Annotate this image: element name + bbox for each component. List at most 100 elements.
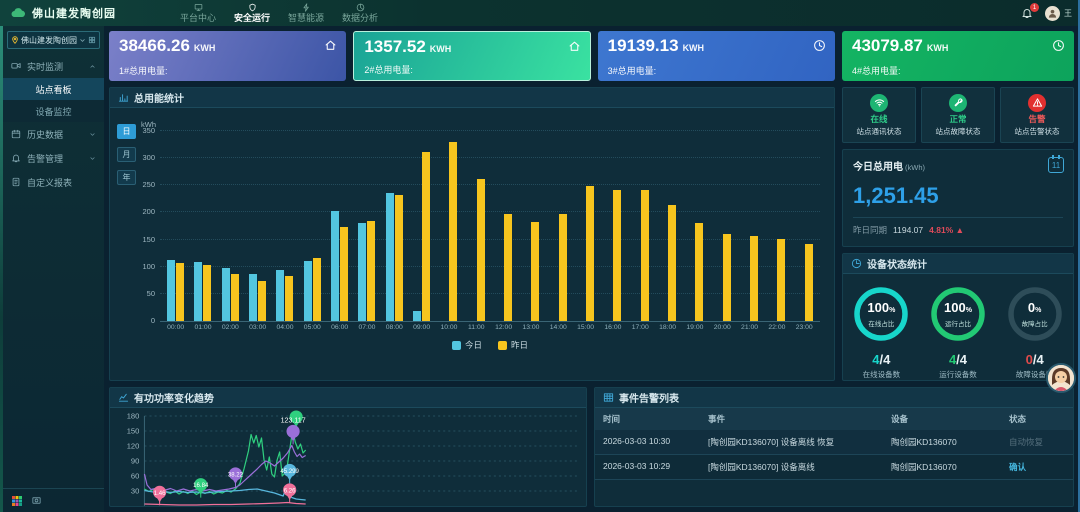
nav-item-0[interactable]: 平台中心 (180, 3, 216, 23)
period-button-年[interactable]: 年 (117, 170, 136, 185)
bar-group-10:00 (435, 142, 462, 321)
bar-昨日 (641, 190, 649, 321)
report-icon (11, 177, 21, 187)
event-status[interactable]: 确认 (1001, 455, 1073, 479)
chevron-up-icon (89, 63, 96, 70)
grid-icon[interactable] (88, 36, 96, 44)
bar-group-20:00 (709, 234, 736, 321)
bar-group-18:00 (654, 205, 681, 321)
trend-icon (118, 392, 129, 403)
bar-chart-icon (118, 92, 129, 103)
bar-group-17:00 (627, 190, 654, 321)
event-status: 自动恢复 (1001, 430, 1073, 454)
bar-group-05:00 (299, 258, 326, 322)
bar-昨日 (340, 227, 348, 321)
status-tile-0: 在线站点通讯状态 (842, 87, 916, 143)
energy-icon (302, 3, 311, 13)
device-gauge-1: 100%运行占比4/4运行设备数 (923, 286, 993, 380)
legend-昨日[interactable]: 昨日 (498, 339, 528, 351)
x-tick: 22:00 (763, 324, 790, 331)
event-text: [陶创园KD136070] 设备离线 恢复 (700, 430, 883, 454)
screenshot-icon[interactable] (31, 495, 42, 506)
gauge-percent: 100% (867, 301, 895, 317)
bar-今日 (304, 261, 312, 321)
gauge-label: 在线占比 (868, 318, 894, 328)
delta-up-icon: ▲ (956, 225, 964, 235)
svg-text:150: 150 (127, 427, 140, 436)
sidebar-item-3[interactable]: 历史数据 (3, 122, 104, 146)
apps-grid-icon[interactable] (11, 495, 23, 507)
y-tick: 100 (142, 262, 155, 271)
event-device: 陶创园KD136070 (883, 430, 1001, 454)
user-menu[interactable]: 王 (1045, 6, 1072, 21)
gauge-count-label: 在线设备数 (863, 369, 901, 380)
y-tick: 250 (142, 180, 155, 189)
sidebar-item-5[interactable]: 自定义报表 (3, 170, 104, 194)
calendar-day-icon[interactable]: 11 (1048, 157, 1064, 173)
legend-今日[interactable]: 今日 (452, 339, 482, 351)
period-button-日[interactable]: 日 (117, 124, 136, 139)
status-tile-2: 告警站点告警状态 (1000, 87, 1074, 143)
kpi-unit: KWH (430, 44, 452, 54)
x-tick: 17:00 (627, 324, 654, 331)
menu-label: 设备监控 (35, 105, 71, 118)
bar-昨日 (559, 214, 567, 321)
kpi-unit: KWH (683, 43, 705, 53)
svg-text:38.22: 38.22 (228, 472, 244, 478)
sidebar: 佛山建发陶创园项目 实时监测站点看板设备监控历史数据告警管理自定义报表 (3, 26, 104, 512)
bar-group-07:00 (353, 221, 380, 321)
sidebar-item-0[interactable]: 实时监测 (3, 54, 104, 78)
panel-title: 事件告警列表 (619, 390, 679, 405)
y-tick: 150 (142, 235, 155, 244)
device-gauge-0: 100%在线占比4/4在线设备数 (846, 286, 916, 380)
today-energy-value: 1,251.45 (853, 183, 1063, 209)
bar-昨日 (695, 223, 703, 321)
period-buttons: 日月年 (117, 124, 136, 185)
bar-昨日 (231, 274, 239, 321)
x-tick: 07:00 (353, 324, 380, 331)
x-tick: 16:00 (599, 324, 626, 331)
event-row-1[interactable]: 2026-03-03 10:29[陶创园KD136070] 设备离线陶创园KD1… (595, 455, 1073, 480)
x-tick: 14:00 (545, 324, 572, 331)
sidebar-subitem-1[interactable]: 站点看板 (3, 78, 104, 100)
nav-item-2[interactable]: 智慧能源 (288, 3, 324, 23)
home-icon (324, 39, 337, 52)
kpi-label: 1#总用电量: (119, 64, 336, 77)
top-nav: 平台中心 安全运行智慧能源数据分析 (180, 3, 378, 23)
svg-text:1.46: 1.46 (154, 491, 166, 497)
event-row-0[interactable]: 2026-03-03 10:30[陶创园KD136070] 设备离线 恢复陶创园… (595, 430, 1073, 455)
svg-text:45.299: 45.299 (280, 469, 299, 475)
nav-item-3[interactable]: 数据分析 (342, 3, 378, 23)
kpi-unit: KWH (927, 43, 949, 53)
sidebar-item-4[interactable]: 告警管理 (3, 146, 104, 170)
svg-text:180: 180 (127, 412, 140, 421)
period-button-月[interactable]: 月 (117, 147, 136, 162)
bar-今日 (358, 223, 366, 321)
user-name: 王 (1064, 8, 1072, 19)
today-energy-unit: (kWh) (905, 163, 925, 172)
bar-昨日 (313, 258, 321, 322)
gauge-count: 0/4 (1026, 352, 1044, 367)
svg-text:90: 90 (131, 457, 139, 466)
svg-text:6.26: 6.26 (284, 488, 296, 494)
assistant-avatar[interactable] (1046, 363, 1076, 393)
x-tick: 20:00 (709, 324, 736, 331)
bar-今日 (249, 274, 257, 321)
nav-label: 平台中心 (180, 13, 216, 23)
calendar-icon (11, 129, 21, 139)
x-tick: 05:00 (299, 324, 326, 331)
kpi-value: 43079.87 (852, 36, 923, 56)
nav-item-1[interactable]: 安全运行 (234, 3, 270, 23)
site-selector-dropdown[interactable]: 佛山建发陶创园项目 (7, 31, 100, 49)
kpi-label: 2#总用电量: (364, 63, 579, 76)
tile-label: 站点故障状态 (936, 126, 981, 137)
col-event: 事件 (700, 408, 883, 430)
bar-今日 (413, 311, 421, 321)
sidebar-subitem-2[interactable]: 设备监控 (3, 100, 104, 122)
notifications-button[interactable]: 1 (1021, 7, 1033, 19)
bar-昨日 (723, 234, 731, 321)
menu-label: 站点看板 (35, 83, 71, 96)
event-time: 2026-03-03 10:30 (595, 430, 700, 454)
y-tick: 350 (142, 126, 155, 135)
bar-昨日 (805, 244, 813, 321)
